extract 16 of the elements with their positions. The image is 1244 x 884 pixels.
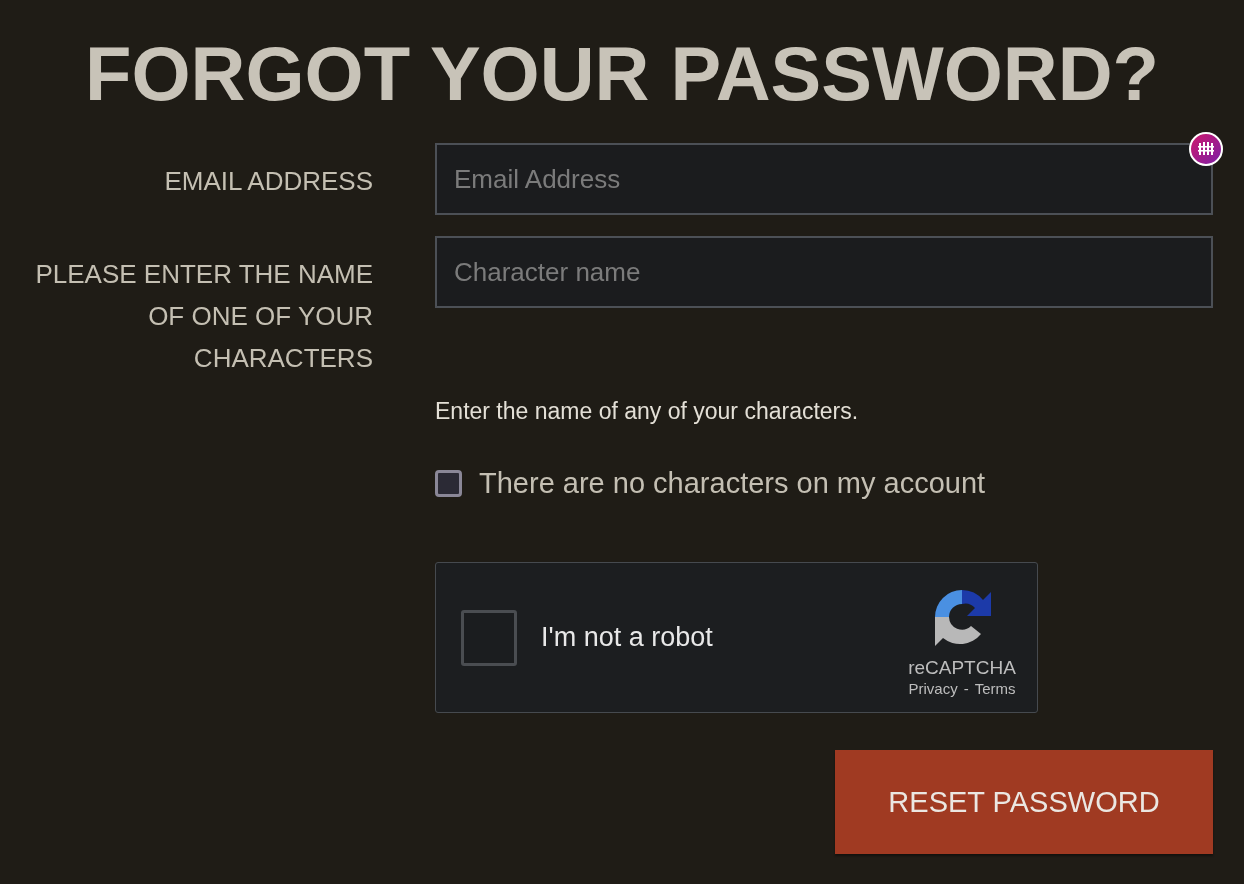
checkbox-label: There are no characters on my account (479, 466, 986, 500)
input-field[interactable]: Email Address (435, 143, 1213, 215)
hint-text: Enter the name of any of your characters. (435, 397, 860, 425)
captcha-link[interactable]: Privacy (908, 678, 958, 698)
captcha-checkbox[interactable] (461, 609, 517, 666)
fence-badge-icon[interactable] (1189, 132, 1223, 166)
checkbox[interactable] (435, 469, 462, 497)
input-field[interactable]: Character name (435, 236, 1213, 308)
captcha-brand: reCAPTCHA (908, 656, 1016, 679)
captcha-link[interactable]: Terms (974, 678, 1016, 698)
reset-password-button[interactable]: RESET PASSWORD (835, 750, 1213, 854)
page-title: FORGOT YOUR PASSWORD? (84, 30, 1160, 112)
field-label: PLEASE ENTER THE NAME OF ONE OF YOUR CHARACTERS (34, 258, 373, 375)
captcha-label: I'm not a robot (541, 622, 713, 653)
link-separator: - (963, 678, 969, 698)
field-label: EMAIL ADDRESS (163, 165, 373, 198)
